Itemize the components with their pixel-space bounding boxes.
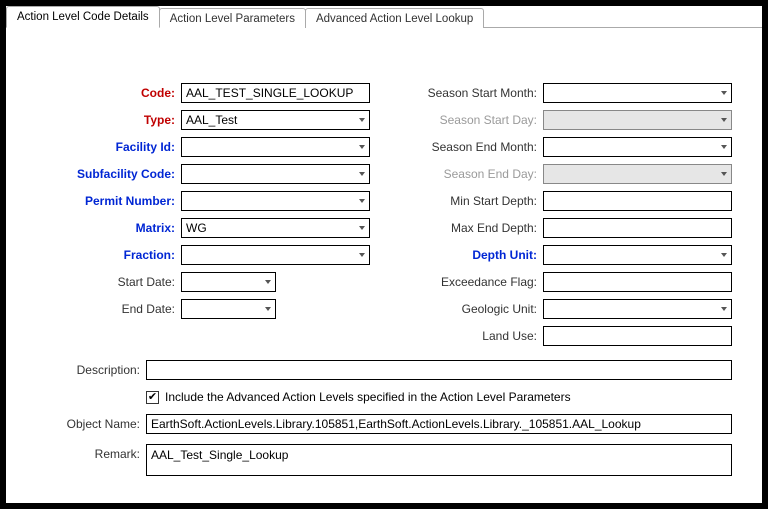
permit-select[interactable]	[181, 191, 370, 211]
tab-parameters[interactable]: Action Level Parameters	[159, 8, 306, 28]
season-start-day-select	[543, 110, 732, 130]
season-start-month-select[interactable]	[543, 83, 732, 103]
geologic-unit-select[interactable]	[543, 299, 732, 319]
right-column: Season Start Month: Season Start Day: Se…	[398, 83, 732, 346]
bottom-section: Description: ✔ Include the Advanced Acti…	[36, 360, 732, 476]
season-end-month-label: Season End Month:	[398, 140, 543, 154]
chevron-down-icon	[359, 199, 365, 203]
exceedance-flag-input[interactable]	[543, 272, 732, 292]
chevron-down-icon	[359, 172, 365, 176]
object-name-value: EarthSoft.ActionLevels.Library.105851,Ea…	[151, 417, 641, 431]
dialog-window: Action Level Code Details Action Level P…	[6, 6, 762, 503]
chevron-down-icon	[265, 307, 271, 311]
remark-label: Remark:	[36, 444, 146, 461]
object-name-input[interactable]: EarthSoft.ActionLevels.Library.105851,Ea…	[146, 414, 732, 434]
chevron-down-icon	[721, 118, 727, 122]
chevron-down-icon	[359, 145, 365, 149]
include-label: Include the Advanced Action Levels speci…	[165, 390, 571, 404]
chevron-down-icon	[359, 253, 365, 257]
facility-select[interactable]	[181, 137, 370, 157]
remark-value: AAL_Test_Single_Lookup	[151, 448, 288, 462]
land-use-label: Land Use:	[398, 329, 543, 343]
enddate-input[interactable]	[181, 299, 276, 319]
startdate-input[interactable]	[181, 272, 276, 292]
geologic-unit-label: Geologic Unit:	[398, 302, 543, 316]
tab-code-details[interactable]: Action Level Code Details	[6, 6, 160, 28]
chevron-down-icon	[721, 145, 727, 149]
enddate-label: End Date:	[36, 302, 181, 316]
tab-bar: Action Level Code Details Action Level P…	[6, 6, 762, 28]
include-checkbox[interactable]: ✔	[146, 391, 159, 404]
chevron-down-icon	[721, 91, 727, 95]
matrix-label: Matrix:	[36, 221, 181, 235]
type-select[interactable]: AAL_Test	[181, 110, 370, 130]
type-value: AAL_Test	[186, 113, 237, 127]
land-use-input[interactable]	[543, 326, 732, 346]
description-label: Description:	[36, 363, 146, 377]
remark-input[interactable]: AAL_Test_Single_Lookup	[146, 444, 732, 476]
chevron-down-icon	[721, 253, 727, 257]
facility-label: Facility Id:	[36, 140, 181, 154]
code-label: Code:	[36, 86, 181, 100]
left-column: Code: AAL_TEST_SINGLE_LOOKUP Type: AAL_T…	[36, 83, 370, 346]
max-end-depth-label: Max End Depth:	[398, 221, 543, 235]
chevron-down-icon	[359, 226, 365, 230]
description-input[interactable]	[146, 360, 732, 380]
season-start-month-label: Season Start Month:	[398, 86, 543, 100]
min-start-depth-label: Min Start Depth:	[398, 194, 543, 208]
season-end-day-label: Season End Day:	[398, 167, 543, 181]
season-end-day-select	[543, 164, 732, 184]
fraction-select[interactable]	[181, 245, 370, 265]
subfacility-select[interactable]	[181, 164, 370, 184]
season-start-day-label: Season Start Day:	[398, 113, 543, 127]
season-end-month-select[interactable]	[543, 137, 732, 157]
permit-label: Permit Number:	[36, 194, 181, 208]
fraction-label: Fraction:	[36, 248, 181, 262]
depth-unit-select[interactable]	[543, 245, 732, 265]
code-input[interactable]: AAL_TEST_SINGLE_LOOKUP	[181, 83, 370, 103]
chevron-down-icon	[721, 307, 727, 311]
object-name-label: Object Name:	[36, 417, 146, 431]
matrix-select[interactable]: WG	[181, 218, 370, 238]
depth-unit-label: Depth Unit:	[398, 248, 543, 262]
chevron-down-icon	[265, 280, 271, 284]
max-end-depth-input[interactable]	[543, 218, 732, 238]
exceedance-flag-label: Exceedance Flag:	[398, 275, 543, 289]
chevron-down-icon	[721, 172, 727, 176]
subfacility-label: Subfacility Code:	[36, 167, 181, 181]
code-value: AAL_TEST_SINGLE_LOOKUP	[186, 86, 353, 100]
matrix-value: WG	[186, 221, 207, 235]
tab-content: Code: AAL_TEST_SINGLE_LOOKUP Type: AAL_T…	[6, 28, 762, 486]
type-label: Type:	[36, 113, 181, 127]
startdate-label: Start Date:	[36, 275, 181, 289]
chevron-down-icon	[359, 118, 365, 122]
tab-advanced-lookup[interactable]: Advanced Action Level Lookup	[305, 8, 484, 28]
min-start-depth-input[interactable]	[543, 191, 732, 211]
